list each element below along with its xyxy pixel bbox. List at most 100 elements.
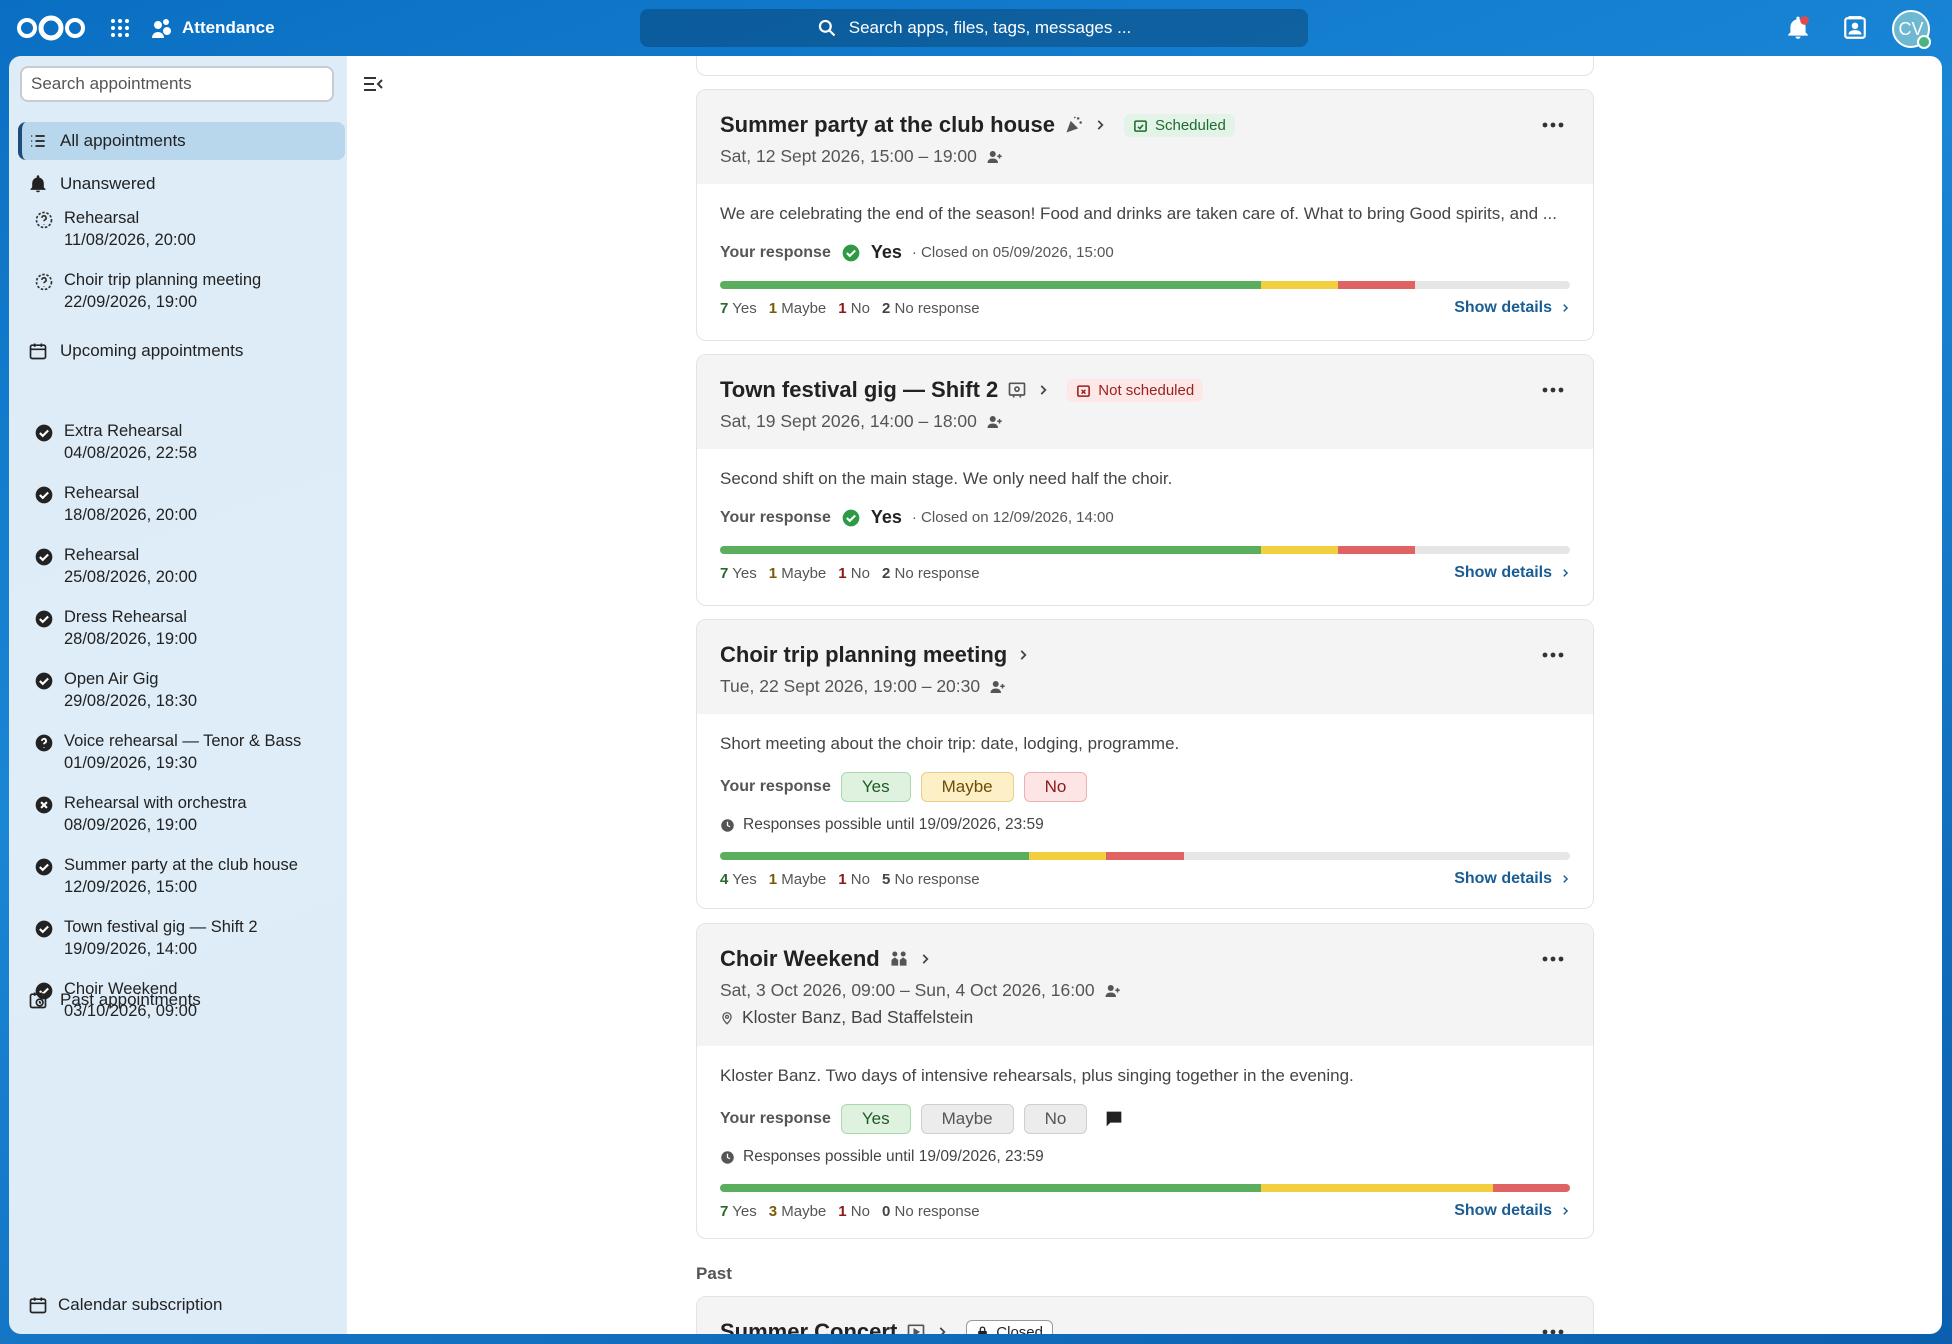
upcoming-item[interactable]: Summer party at the club house 12/09/2026… [34, 855, 346, 898]
top-bar: Attendance Search apps, files, tags, mes… [0, 0, 1952, 56]
appointment-location: Kloster Banz, Bad Staffelstein [742, 1007, 974, 1027]
response-yes-button[interactable]: Yes [840, 1104, 911, 1134]
show-details-label: Show details [1454, 870, 1552, 887]
appointments-search-input[interactable] [20, 66, 334, 102]
response-no-button[interactable]: No [1023, 772, 1088, 802]
question-outline-icon [35, 273, 53, 291]
upcoming-item[interactable]: Open Air Gig 29/08/2026, 18:30 [34, 669, 346, 712]
appointment-card: Town festival gig — Shift 2 Not schedule… [696, 354, 1594, 606]
show-details-link[interactable]: Show details [1454, 1202, 1570, 1220]
show-details-label: Show details [1454, 564, 1552, 581]
search-icon [818, 19, 836, 37]
upcoming-item-date: 28/08/2026, 19:00 [64, 629, 198, 648]
more-actions-icon[interactable] [1541, 120, 1565, 130]
check-circle-icon [35, 610, 53, 628]
response-maybe-button[interactable]: Maybe [920, 1104, 1014, 1134]
check-circle-icon [35, 672, 53, 690]
appointment-title[interactable]: Town festival gig — Shift 2 [720, 377, 998, 403]
upcoming-item[interactable]: Dress Rehearsal 28/08/2026, 19:00 [34, 607, 346, 650]
nav-unanswered[interactable]: Unanswered [18, 165, 345, 203]
upcoming-item[interactable]: Extra Rehearsal 04/08/2026, 22:58 [34, 421, 346, 464]
chevron-right-icon[interactable] [1093, 118, 1107, 132]
count-maybe: 1 Maybe [768, 870, 827, 888]
response-no-button[interactable]: No [1023, 1104, 1088, 1134]
contacts-icon[interactable] [1842, 15, 1868, 41]
participants-icon[interactable] [1104, 982, 1122, 1000]
comment-icon[interactable] [1103, 1108, 1125, 1130]
chevron-right-icon[interactable] [1016, 648, 1030, 662]
upcoming-item-date: 18/08/2026, 20:00 [64, 505, 198, 524]
nav-all-appointments[interactable]: All appointments [18, 122, 345, 160]
people-icon [891, 951, 907, 966]
count-no: 1 No [838, 870, 870, 888]
appointment-title[interactable]: Choir Weekend [720, 946, 880, 972]
nextcloud-logo-icon[interactable] [16, 14, 86, 42]
user-avatar[interactable]: CV [1892, 10, 1931, 49]
nav-past[interactable]: Past appointments [18, 981, 345, 1019]
nav-upcoming[interactable]: Upcoming appointments [18, 332, 345, 370]
upcoming-item-title: Dress Rehearsal [64, 608, 187, 626]
clock-icon [721, 1150, 734, 1164]
nav-upcoming-label: Upcoming appointments [60, 341, 244, 360]
response-counts: 4 Yes 1 Maybe 1 No 5 No response [720, 871, 980, 888]
upcoming-item-date: 04/08/2026, 22:58 [64, 443, 198, 462]
participants-icon[interactable] [986, 148, 1004, 166]
appointment-title[interactable]: Choir trip planning meeting [720, 642, 1007, 668]
clock-icon [721, 818, 734, 832]
maybe-segment [1029, 852, 1107, 860]
upcoming-item[interactable]: Rehearsal 25/08/2026, 20:00 [34, 545, 346, 588]
apps-grid-icon[interactable] [108, 16, 132, 40]
chevron-right-icon[interactable] [1036, 383, 1050, 397]
check-circle-icon [842, 509, 860, 526]
appointment-title[interactable]: Summer party at the club house [720, 112, 1055, 138]
appointment-description: Kloster Banz. Two days of intensive rehe… [720, 1066, 1354, 1085]
toggle-sidebar-icon[interactable] [361, 72, 385, 96]
upcoming-item-title: Rehearsal with orchestra [64, 794, 247, 812]
appointment-title[interactable]: Summer Concert [720, 1319, 897, 1334]
calendar-subscription-label: Calendar subscription [58, 1295, 223, 1314]
bell-off-icon [30, 175, 46, 193]
more-actions-icon[interactable] [1541, 650, 1565, 660]
global-search[interactable]: Search apps, files, tags, messages ... [640, 9, 1308, 47]
participants-icon[interactable] [989, 678, 1007, 696]
appointment-time: Sat, 12 Sept 2026, 15:00 – 19:00 [720, 146, 977, 166]
show-details-link[interactable]: Show details [1454, 299, 1570, 317]
upcoming-item[interactable]: Rehearsal with orchestra 08/09/2026, 19:0… [34, 793, 346, 836]
response-bar [720, 852, 1570, 860]
appointment-description: Short meeting about the choir trip: date… [720, 734, 1180, 753]
appointment-time: Sat, 3 Oct 2026, 09:00 – Sun, 4 Oct 2026… [720, 980, 1095, 1000]
upcoming-item[interactable]: Rehearsal 18/08/2026, 20:00 [34, 483, 346, 526]
upcoming-item-title: Town festival gig — Shift 2 [64, 918, 258, 936]
calendar-clock-icon [29, 992, 47, 1009]
chevron-right-icon[interactable] [935, 1325, 949, 1334]
lock-icon [978, 1326, 988, 1334]
response-yes-button[interactable]: Yes [840, 772, 911, 802]
response-value: Yes [870, 242, 902, 262]
upcoming-item[interactable]: Voice rehearsal — Tenor & Bass 01/09/2026… [34, 731, 346, 774]
appointment-card: Choir Weekend Sat, 3 Oct 2026, 09:00 – S… [696, 923, 1594, 1239]
show-details-link[interactable]: Show details [1454, 564, 1570, 582]
calendar-subscription-link[interactable]: Calendar subscription [18, 1290, 222, 1320]
more-actions-icon[interactable] [1541, 954, 1565, 964]
show-details-link[interactable]: Show details [1454, 870, 1570, 888]
closed-on-text: · Closed on 05/09/2026, 15:00 [911, 244, 1114, 261]
calendar-remove-icon [1077, 384, 1091, 397]
response-bar [720, 546, 1570, 554]
status-badge-label: Not scheduled [1098, 381, 1195, 399]
nav-past-label: Past appointments [60, 990, 201, 1009]
unanswered-item[interactable]: Rehearsal 11/08/2026, 20:00 [34, 208, 346, 251]
status-badge: Not scheduled [1067, 378, 1204, 402]
upcoming-item[interactable]: Town festival gig — Shift 2 19/09/2026, 1… [34, 917, 346, 960]
notifications-bell-icon[interactable] [1785, 15, 1811, 41]
unanswered-item[interactable]: Choir trip planning meeting 22/09/2026, 1… [34, 270, 346, 313]
main-content: Summer party at the club house Scheduled… [347, 56, 1942, 1334]
more-actions-icon[interactable] [1541, 385, 1565, 395]
more-actions-icon[interactable] [1541, 1327, 1565, 1334]
count-yes: 4 Yes [720, 870, 757, 888]
chevron-right-icon[interactable] [918, 952, 932, 966]
response-maybe-button[interactable]: Maybe [920, 772, 1014, 802]
response-counts: 7 Yes 1 Maybe 1 No 2 No response [720, 300, 980, 317]
app-title[interactable]: Attendance [150, 14, 275, 42]
participants-icon[interactable] [986, 413, 1004, 431]
check-circle-icon [35, 858, 53, 876]
